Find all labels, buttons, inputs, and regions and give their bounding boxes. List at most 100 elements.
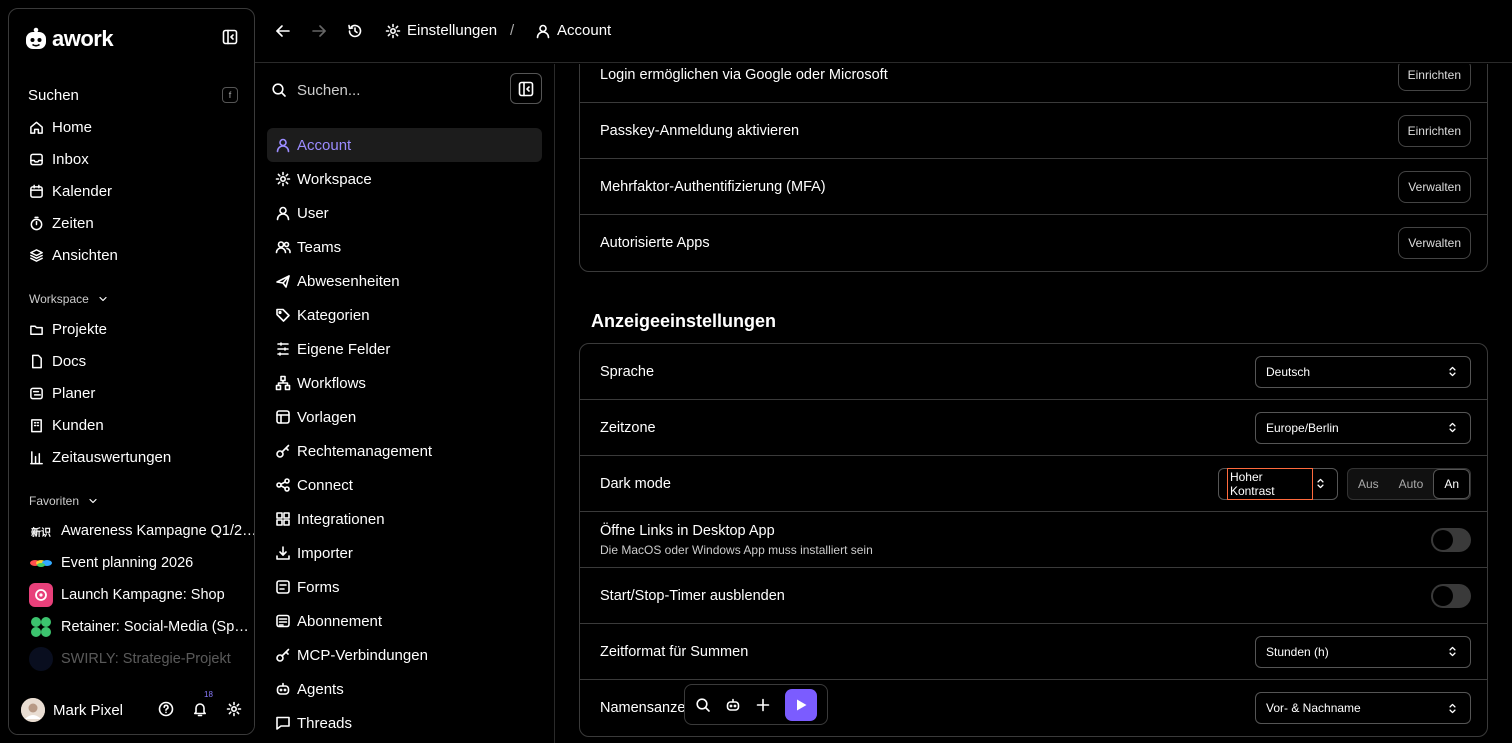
favorite-item[interactable]: SWIRLY: Strategie-Projekt: [9, 643, 254, 675]
nav-label: Ansichten: [52, 246, 118, 264]
nav-times[interactable]: Zeiten: [9, 207, 254, 239]
integration-icon: [275, 511, 291, 527]
history-icon[interactable]: [347, 23, 363, 39]
nav-home[interactable]: Home: [9, 111, 254, 143]
bell-icon[interactable]: [192, 701, 208, 717]
settings-nav-item-workflows[interactable]: Workflows: [267, 366, 542, 400]
select-value: Vor- & Nachname: [1266, 701, 1361, 715]
name-display-select[interactable]: Vor- & Nachname: [1255, 692, 1471, 724]
nav-clients[interactable]: Kunden: [9, 409, 254, 441]
nav-label: Inbox: [52, 150, 89, 168]
gear-icon: [385, 23, 401, 39]
favorite-item[interactable]: 新识 Awareness Kampagne Q1/2…: [9, 515, 254, 547]
settings-nav-label: MCP-Verbindungen: [297, 646, 428, 664]
time-format-select[interactable]: Stunden (h): [1255, 635, 1471, 668]
home-icon: [28, 119, 44, 135]
sidebar-collapse-icon[interactable]: [222, 29, 238, 45]
settings-nav-label: Rechtemanagement: [297, 442, 433, 460]
settings-nav-item-eigene-felder[interactable]: Eigene Felder: [267, 332, 542, 366]
project-logo-icon: 新识: [31, 527, 51, 539]
nav-docs[interactable]: Docs: [9, 345, 254, 377]
settings-nav-item-importer[interactable]: Importer: [267, 536, 542, 570]
desktop-links-toggle[interactable]: [1431, 527, 1471, 552]
select-value: Stunden (h): [1266, 644, 1329, 659]
settings-nav-item-abwesenheiten[interactable]: Abwesenheiten: [267, 264, 542, 298]
timezone-select[interactable]: Europe/Berlin: [1255, 411, 1471, 444]
workspace-section-toggle[interactable]: Workspace: [9, 285, 254, 313]
settings-nav-item-connect[interactable]: Connect: [267, 468, 542, 502]
team-icon: [275, 239, 291, 255]
dark-mode-off[interactable]: Aus: [1348, 469, 1389, 499]
favorites-section-toggle[interactable]: Favoriten: [9, 487, 254, 515]
settings-nav-item-forms[interactable]: Forms: [267, 570, 542, 604]
plane-icon: [275, 273, 291, 289]
chat-icon: [275, 715, 291, 731]
settings-nav-item-agents[interactable]: Agents: [267, 672, 542, 706]
settings-nav-item-integrationen[interactable]: Integrationen: [267, 502, 542, 536]
nav-time-reports[interactable]: Zeitauswertungen: [9, 441, 254, 473]
favorite-item[interactable]: Event planning 2026: [9, 547, 254, 579]
plus-icon[interactable]: [755, 697, 771, 713]
back-arrow-icon[interactable]: [275, 23, 291, 39]
row-label: Mehrfaktor-Authentifizierung (MFA): [600, 178, 826, 195]
settings-nav-label: Integrationen: [297, 510, 385, 528]
logo[interactable]: awork: [25, 26, 114, 52]
search-input[interactable]: [297, 81, 497, 99]
tag-icon: [275, 307, 291, 323]
settings-nav-item-teams[interactable]: Teams: [267, 230, 542, 264]
select-value: Hoher Kontrast: [1226, 467, 1313, 500]
panel-toggle-button[interactable]: [510, 73, 542, 104]
user-name[interactable]: Mark Pixel: [53, 702, 123, 719]
chevron-up-down-icon: [1313, 476, 1329, 492]
select-value: Deutsch: [1266, 364, 1311, 379]
contrast-select[interactable]: Hoher Kontrast: [1217, 467, 1338, 500]
nav-inbox[interactable]: Inbox: [9, 143, 254, 175]
settings-nav-item-threads[interactable]: Threads: [267, 706, 542, 740]
start-timer-button[interactable]: [785, 688, 817, 721]
manage-apps-button[interactable]: Verwalten: [1398, 227, 1471, 259]
play-icon: [794, 698, 808, 712]
settings-nav-item-abonnement[interactable]: Abonnement: [267, 604, 542, 638]
timer-toggle[interactable]: [1431, 583, 1471, 608]
nav-planner[interactable]: Planer: [9, 377, 254, 409]
favorite-item[interactable]: Launch Kampagne: Shop: [9, 579, 254, 611]
chevron-down-icon: [85, 493, 101, 509]
language-select[interactable]: Deutsch: [1255, 355, 1471, 388]
settings-nav-item-vorlagen[interactable]: Vorlagen: [267, 400, 542, 434]
avatar[interactable]: [21, 698, 45, 722]
gear-icon[interactable]: [226, 701, 242, 717]
breadcrumb-settings[interactable]: Einstellungen: [385, 22, 497, 39]
nav-calendar[interactable]: Kalender: [9, 175, 254, 207]
setup-google-button[interactable]: Einrichten: [1397, 64, 1471, 91]
chevron-up-down-icon: [1444, 644, 1460, 660]
nav-label: Zeitauswertungen: [52, 448, 172, 466]
settings-nav-item-kategorien[interactable]: Kategorien: [267, 298, 542, 332]
settings-nav-item-rechtemanagement[interactable]: Rechtemanagement: [267, 434, 542, 468]
favorite-item[interactable]: Retainer: Social-Media (Sp…: [9, 611, 254, 643]
import-icon: [275, 545, 291, 561]
nav-search[interactable]: Suchen f: [9, 79, 254, 111]
section-label: Favoriten: [29, 494, 80, 508]
manage-mfa-button[interactable]: Verwalten: [1398, 170, 1471, 203]
settings-nav-item-account[interactable]: Account: [267, 128, 542, 162]
project-logo-icon: [29, 551, 53, 575]
search-icon[interactable]: [695, 697, 711, 713]
nav-views[interactable]: Ansichten: [9, 239, 254, 271]
settings-row: Passkey-Anmeldung aktivieren Einrichten: [580, 103, 1487, 159]
robot-icon[interactable]: [725, 697, 741, 713]
forward-arrow-icon[interactable]: [311, 23, 327, 39]
connect-icon: [275, 477, 291, 493]
project-logo-icon: [29, 647, 53, 671]
timer-icon: [28, 215, 44, 231]
help-icon[interactable]: [158, 701, 174, 717]
row-label: Zeitformat für Summen: [600, 643, 749, 660]
nav-projects[interactable]: Projekte: [9, 313, 254, 345]
setup-passkey-button[interactable]: Einrichten: [1397, 114, 1471, 147]
settings-nav-item-user[interactable]: User: [267, 196, 542, 230]
dark-mode-on[interactable]: An: [1433, 468, 1470, 499]
awork-logo-icon: [25, 27, 47, 51]
settings-nav-item-workspace[interactable]: Workspace: [267, 162, 542, 196]
dark-mode-auto[interactable]: Auto: [1389, 469, 1434, 499]
shortcut-key: f: [222, 87, 238, 103]
settings-nav-item-mcp-verbindungen[interactable]: MCP-Verbindungen: [267, 638, 542, 672]
